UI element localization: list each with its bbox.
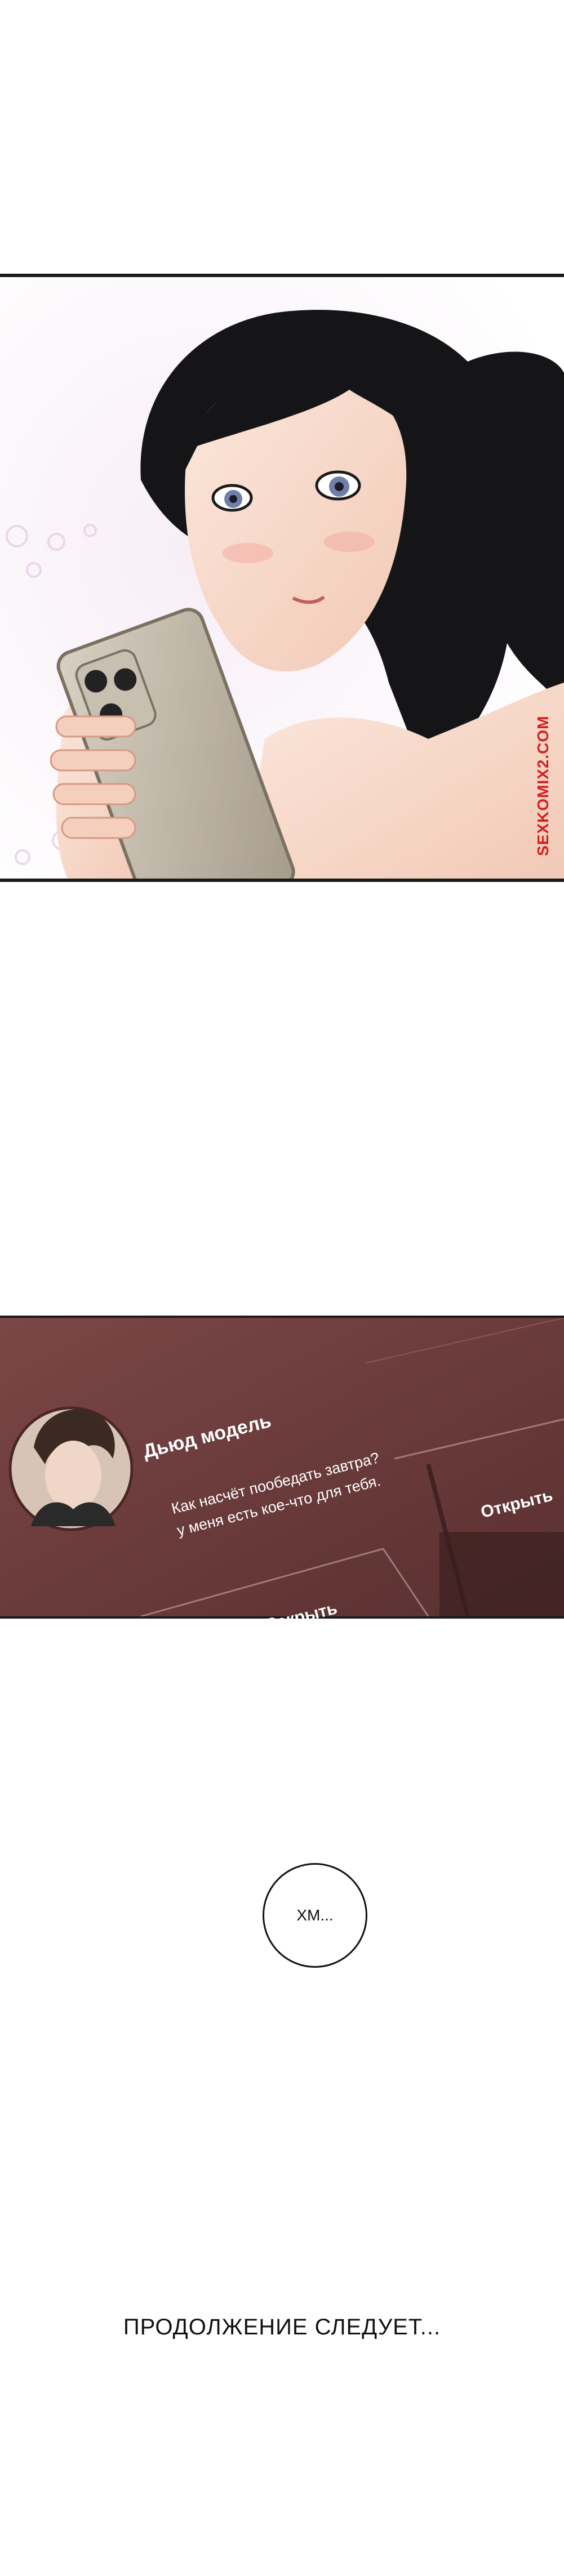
speech-bubble: ХМ... <box>263 1863 367 1968</box>
speech-bubble-text: ХМ... <box>296 1906 334 1924</box>
site-watermark: SEXKOMIX2.COM <box>534 715 552 856</box>
panel-phone-notification <box>0 1316 564 1619</box>
notification-background <box>0 1318 564 1616</box>
panel-woman-phone <box>0 274 564 882</box>
to-be-continued-text: ПРОДОЛЖЕНИЕ СЛЕДУЕТ... <box>123 2315 441 2339</box>
woman-phone-illustration <box>0 277 564 879</box>
avatar <box>8 1406 134 1531</box>
